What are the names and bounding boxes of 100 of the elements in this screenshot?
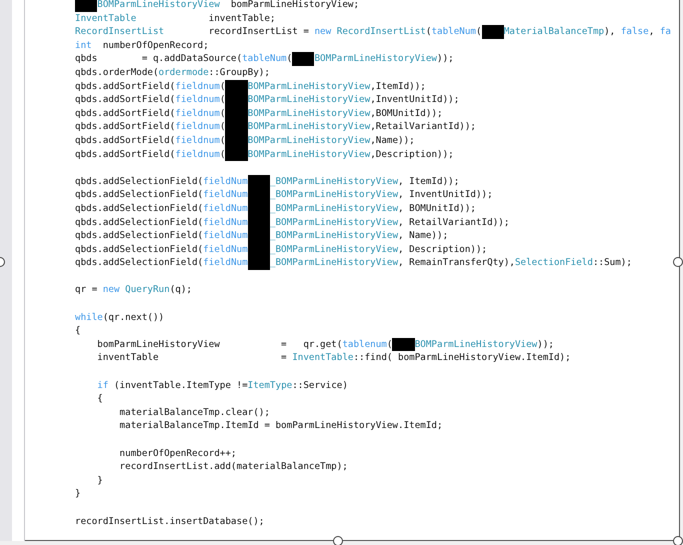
code-image[interactable] [25, 0, 680, 541]
redaction-bar [248, 174, 270, 188]
code-keyword: fieldnum [175, 148, 220, 160]
code-text: qbds.addSelectionField( [75, 244, 204, 255]
redaction-bar [292, 52, 314, 66]
code-keyword: fieldNum [203, 176, 248, 187]
code-keyword: tablenum [342, 338, 387, 350]
code-keyword: new [102, 284, 121, 296]
code-text: qbds.addSelectionField( [75, 189, 204, 200]
code-text: qbds.addSelectionField( [75, 176, 204, 187]
code-keyword: fieldNum [203, 244, 248, 255]
code-keyword: fieldNum [203, 230, 248, 242]
code-type-name: BOMParmLineHistoryView [248, 94, 370, 106]
code-keyword: while [75, 312, 103, 323]
code-text: ( [220, 94, 226, 106]
code-keyword: fa [660, 26, 671, 38]
code-text: bomParmLineHistoryView; [230, 0, 360, 10]
code-text: qbds.addSortField( [75, 134, 176, 146]
code-text: ,Description)); [370, 148, 454, 160]
code-text: qbds.addSortField( [75, 108, 176, 119]
code-keyword: fieldNum [203, 216, 248, 228]
code-text: recordInsertList.insertDatabase(); [75, 516, 264, 527]
code-text: , InventUnitId)); [398, 189, 493, 200]
code-text: (q); [170, 284, 192, 296]
code-type-name: BOMParmLineHistoryView [248, 134, 370, 146]
code-type-name: MaterialBalanceTmp [504, 26, 604, 38]
redaction-bar [225, 80, 248, 94]
code-text: ( [220, 121, 226, 132]
code-text: { [96, 393, 103, 404]
code-type-name: _BOMParmLineHistoryView [270, 230, 398, 242]
code-text: , Description)); [398, 244, 488, 255]
code-type-name: _BOMParmLineHistoryView [270, 202, 398, 214]
code-text: ::Sum); [592, 257, 632, 268]
code-text: ::Service) [292, 380, 348, 391]
code-text: qbds.orderMode( [75, 66, 159, 78]
code-text: ,InventUnitId)); [370, 94, 460, 106]
code-text: ( [220, 134, 226, 146]
code-type-name: _BOMParmLineHistoryView [270, 189, 398, 200]
code-text: , BOMUnitId)); [398, 202, 476, 214]
code-type-name: SelectionField [514, 257, 593, 268]
code-type-name: _BOMParmLineHistoryView [270, 257, 398, 268]
code-text: ( [426, 26, 432, 38]
code-text: recordInsertList.add(materialBalanceTmp); [118, 461, 348, 472]
code-text: qbds.addSortField( [75, 121, 176, 132]
code-text: ( [286, 53, 292, 64]
code-type-name: BOMParmLineHistoryView [97, 0, 220, 10]
code-text: ( [220, 108, 226, 119]
redaction-bar [392, 338, 415, 352]
code-keyword: fieldNum [203, 202, 248, 214]
code-type-name: _BOMParmLineHistoryView [270, 244, 398, 255]
code-keyword: tableNum [431, 26, 476, 38]
code-text: )); [537, 338, 554, 350]
redaction-bar [482, 25, 504, 39]
code-type-name: RecordInsertList [336, 26, 426, 38]
code-type-name: BOMParmLineHistoryView [248, 148, 370, 160]
code-text: inventTable = [96, 352, 288, 364]
code-text: , RetailVariantId)); [398, 216, 510, 228]
code-text: materialBalanceTmp.ItemId = bomParmLineHistoryView.ItemId; [118, 420, 443, 432]
code-type-name: QueryRun [125, 284, 170, 296]
code-text: ,BOMUnitId)); [370, 108, 443, 119]
resize-handle[interactable] [673, 257, 683, 267]
code-text: qbds.addSelectionField( [75, 216, 204, 228]
code-text: qbds.addSortField( [75, 148, 176, 160]
code-text: ), [604, 26, 616, 38]
code-keyword: fieldnum [175, 134, 220, 146]
code-keyword: fieldnum [175, 80, 220, 92]
code-text: ::GroupBy); [208, 66, 270, 78]
code-type-name: _BOMParmLineHistoryView [270, 216, 398, 228]
code-type-name: ordermode [158, 66, 209, 78]
code-text: ( [220, 80, 226, 92]
code-keyword: fieldnum [175, 108, 220, 119]
code-text: recordInsertList = [208, 26, 310, 38]
code-type-name: BOMParmLineHistoryView [248, 108, 370, 119]
code-type-name: InventTable [292, 352, 354, 364]
code-text: , ItemId)); [398, 176, 460, 187]
code-text: materialBalanceTmp.clear(); [118, 406, 270, 418]
code-type-name: BOMParmLineHistoryView [248, 80, 370, 92]
code-type-name: BOMParmLineHistoryView [248, 121, 370, 132]
code-text: { [75, 325, 81, 336]
code-text: ,Name)); [370, 134, 415, 146]
code-text: bomParmLineHistoryView = qr.get( [96, 338, 342, 350]
code-text: (qr.next()) [102, 312, 164, 323]
code-text: qbds = q.addDataSource( [75, 53, 242, 64]
code-type-name: _BOMParmLineHistoryView [270, 176, 398, 187]
code-keyword: fieldNum [203, 257, 248, 268]
code-text: ( [386, 338, 392, 350]
resize-handle[interactable] [673, 536, 683, 545]
code-text: qbds.addSelectionField( [75, 230, 204, 242]
code-text: qr = [75, 284, 98, 296]
code-text: ,ItemId)); [370, 80, 426, 92]
code-text: ( [476, 26, 482, 38]
code-keyword: fieldnum [175, 94, 220, 106]
code-text: numberOfOpenRecord; [102, 40, 209, 51]
code-keyword: fieldNum [203, 189, 248, 200]
code-text: ( [220, 148, 226, 160]
redaction-bar [248, 256, 270, 270]
code-text: , RemainTransferQty), [398, 257, 515, 268]
code-text: qbds.addSortField( [75, 80, 176, 92]
resize-handle[interactable] [333, 536, 343, 545]
code-keyword: int [75, 40, 92, 51]
